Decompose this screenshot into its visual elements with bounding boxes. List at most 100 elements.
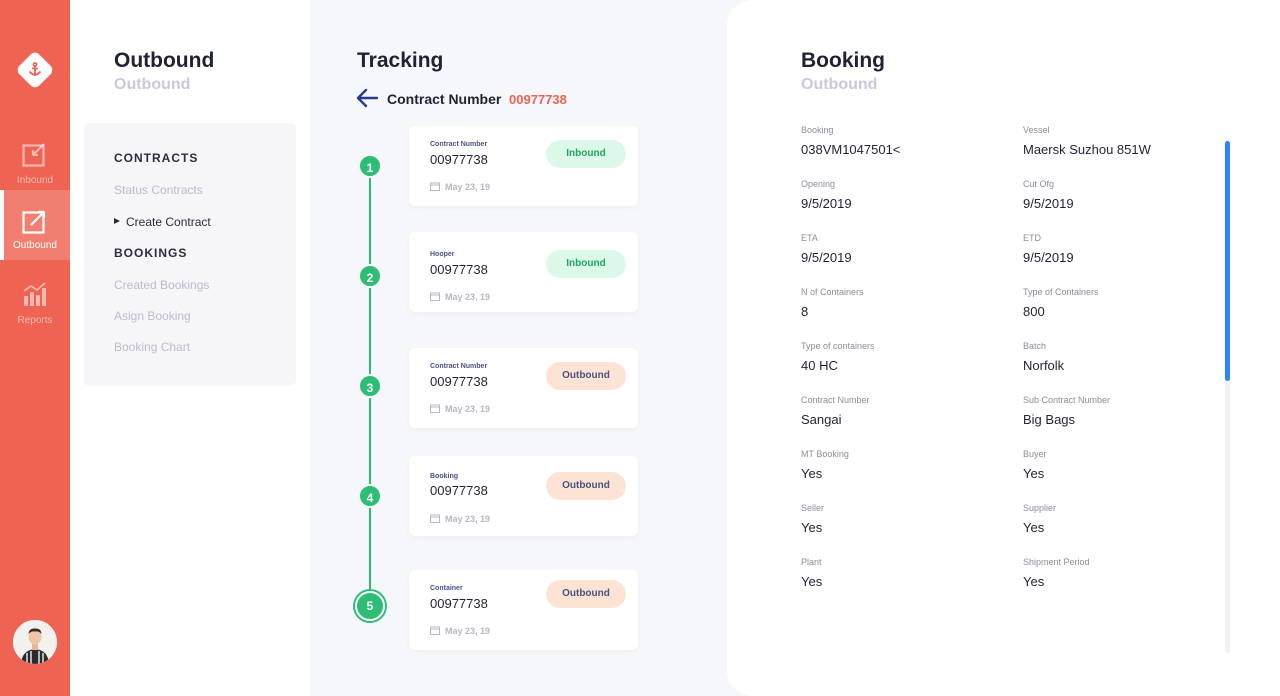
menu-link-booking-chart[interactable]: Booking Chart	[114, 340, 190, 354]
menu-link-asign-booking[interactable]: Asign Booking	[114, 309, 191, 323]
field-eta: ETA 9/5/2019	[801, 233, 1001, 265]
card-key: Contract Number	[430, 141, 488, 148]
timeline-step-3: 3	[358, 374, 382, 398]
field-value: 9/5/2019	[801, 250, 852, 265]
status-badge: Outbound	[546, 472, 626, 500]
card-value: 00977738	[430, 152, 488, 167]
card-key: Container	[430, 585, 463, 592]
tracking-card[interactable]: Container 00977738 May 23, 19 Outbound	[409, 570, 638, 650]
active-caret-icon	[114, 218, 120, 224]
field-label: ETA	[801, 233, 818, 243]
field-value: Yes	[801, 574, 823, 589]
rail-label-inbound: Inbound	[16, 175, 54, 186]
user-avatar[interactable]	[13, 620, 57, 664]
tracking-card[interactable]: Contract Number 00977738 May 23, 19 Inbo…	[409, 126, 638, 206]
submenu-panel: Outbound Outbound CONTRACTS Status Contr…	[70, 0, 310, 696]
booking-panel: Booking Outbound Booking 038VM1047501< V…	[727, 0, 1280, 696]
field-seller: Seller Yes	[801, 503, 1001, 535]
field-label: Supplier	[1023, 503, 1057, 513]
field-value: 9/5/2019	[801, 196, 852, 211]
booking-subtitle: Outbound	[801, 76, 878, 93]
field-value: Yes	[1023, 520, 1045, 535]
field-label: Buyer	[1023, 449, 1047, 459]
menu-link-created-bookings[interactable]: Created Bookings	[114, 278, 209, 292]
field-value: Big Bags	[1023, 412, 1076, 427]
submenu-box: CONTRACTS Status Contracts Create Contra…	[84, 123, 296, 386]
field-container-type: Type of containers 40 HC	[801, 341, 1001, 373]
bar-chart-icon	[23, 282, 46, 306]
contract-number-value: 00977738	[509, 92, 567, 107]
field-label: ETD	[1023, 233, 1041, 243]
tracking-card[interactable]: Hooper 00977738 May 23, 19 Inbound	[409, 232, 638, 312]
field-n-of-containers: N of Containers 8	[801, 287, 1001, 319]
menu-link-status-contracts[interactable]: Status Contracts	[114, 183, 203, 197]
booking-title: Booking	[801, 49, 885, 72]
timeline-step-5: 5	[355, 591, 385, 621]
field-label: Cut Ofg	[1023, 179, 1055, 189]
field-label: Vessel	[1023, 125, 1050, 135]
back-arrow-icon[interactable]	[356, 88, 378, 108]
card-date: May 23, 19	[445, 292, 491, 302]
field-etd: ETD 9/5/2019	[1023, 233, 1223, 265]
field-type-of-containers: Type of Containers 800	[1023, 287, 1223, 319]
field-label: Contract Number	[801, 395, 870, 405]
calendar-icon	[430, 514, 440, 523]
field-mt-booking: MT Booking Yes	[801, 449, 1001, 481]
field-value: Norfolk	[1023, 358, 1065, 373]
timeline-step-1: 1	[358, 154, 382, 178]
status-badge: Inbound	[546, 140, 626, 168]
field-value: 40 HC	[801, 358, 838, 373]
field-label: MT Booking	[801, 449, 849, 459]
field-value: 9/5/2019	[1023, 196, 1074, 211]
card-value: 00977738	[430, 596, 488, 611]
bookings-section-header: BOOKINGS	[114, 246, 188, 260]
field-value: 9/5/2019	[1023, 250, 1074, 265]
field-contract-number: Contract Number Sangai	[801, 395, 1001, 427]
scrollbar-thumb[interactable]	[1225, 141, 1230, 381]
field-value: 8	[801, 304, 809, 319]
field-opening: Opening 9/5/2019	[801, 179, 1001, 211]
field-sub-contract-number: Sub Contract Number Big Bags	[1023, 395, 1223, 427]
calendar-icon	[430, 404, 440, 413]
rail-item-outbound[interactable]: Outbound	[0, 190, 70, 260]
tracking-title: Tracking	[357, 49, 444, 72]
status-badge: Inbound	[546, 250, 626, 278]
rail-item-reports[interactable]: Reports	[0, 270, 70, 340]
card-value: 00977738	[430, 262, 488, 277]
field-label: N of Containers	[801, 287, 864, 297]
left-rail: Inbound Outbound Reports	[0, 0, 70, 696]
contract-number-label: Contract Number	[387, 91, 502, 107]
field-vessel: Vessel Maersk Suzhou 851W	[1023, 125, 1223, 157]
timeline-step-2: 2	[358, 264, 382, 288]
field-cut-ofg: Cut Ofg 9/5/2019	[1023, 179, 1223, 211]
field-batch: Batch Norfolk	[1023, 341, 1223, 373]
field-label: Booking	[801, 125, 834, 135]
tracking-card[interactable]: Contract Number 00977738 May 23, 19 Outb…	[409, 348, 638, 428]
status-badge: Outbound	[546, 362, 626, 390]
rail-label-reports: Reports	[17, 315, 53, 326]
calendar-icon	[430, 182, 440, 191]
field-value: Yes	[801, 466, 823, 481]
card-key: Contract Number	[430, 363, 488, 370]
field-value: Yes	[1023, 574, 1045, 589]
card-value: 00977738	[430, 374, 488, 389]
create-contract-label: Create Contract	[126, 215, 211, 229]
card-date: May 23, 19	[445, 182, 491, 192]
page-subtitle: Outbound	[114, 76, 191, 93]
tracking-panel: Tracking Contract Number 00977738 1 Cont…	[310, 0, 750, 696]
card-key: Hooper	[430, 251, 455, 258]
field-label: Opening	[801, 179, 836, 189]
field-label: Plant	[801, 557, 822, 567]
field-buyer: Buyer Yes	[1023, 449, 1223, 481]
anchor-logo[interactable]	[15, 50, 55, 90]
anchor-icon	[28, 62, 42, 76]
field-label: Seller	[801, 503, 825, 513]
card-date: May 23, 19	[445, 626, 491, 636]
calendar-icon	[430, 626, 440, 635]
tracking-card[interactable]: Booking 00977738 May 23, 19 Outbound	[409, 456, 638, 536]
field-label: Shipment Period	[1023, 557, 1090, 567]
calendar-icon	[430, 292, 440, 301]
contracts-section-header: CONTRACTS	[114, 151, 199, 165]
field-label: Sub Contract Number	[1023, 395, 1111, 405]
menu-link-create-contract[interactable]: Create Contract	[114, 215, 211, 229]
